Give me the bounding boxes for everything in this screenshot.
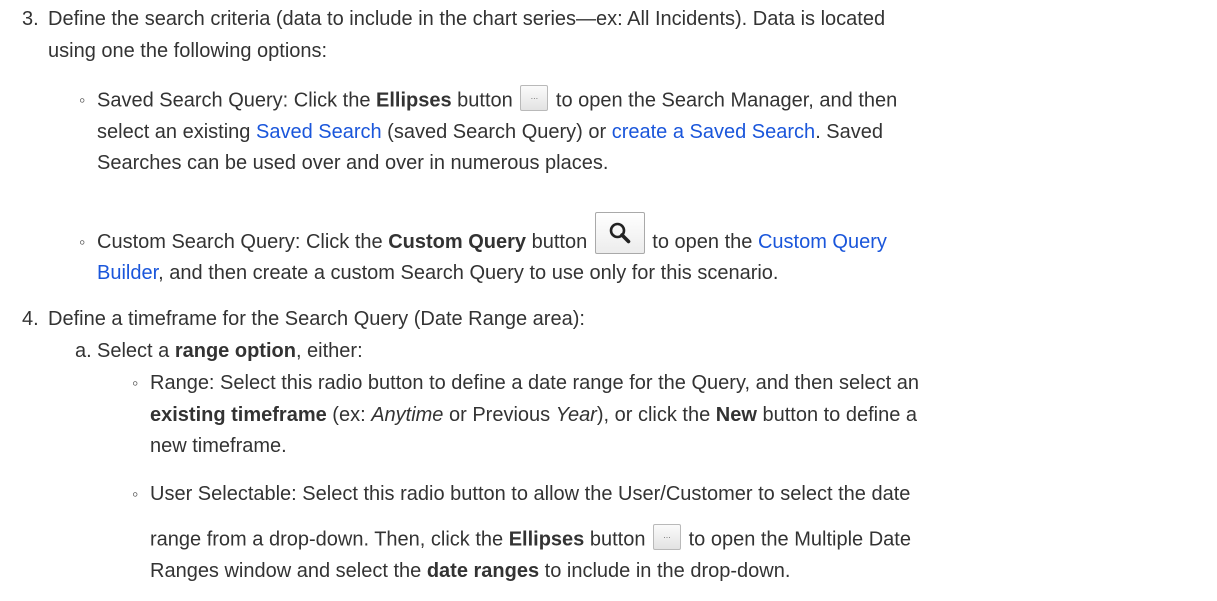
bullet: ◦: [79, 90, 86, 110]
step-3-number: 3.: [22, 8, 39, 30]
sub-step-a-text: Select a range option, either:: [97, 340, 363, 362]
step-3-line-1: Define the search criteria (data to incl…: [48, 8, 886, 30]
user-selectable-line-2: range from a drop-down. Then, click the …: [150, 524, 911, 553]
create-saved-search-link[interactable]: create a Saved Search: [612, 121, 815, 143]
step-4-number: 4.: [22, 308, 39, 330]
saved-query-line-2: select an existing Saved Search (saved S…: [97, 121, 884, 143]
custom-query-line-2: Builder, and then create a custom Search…: [97, 262, 779, 284]
range-line-2: existing timeframe (ex: Anytime or Previ…: [150, 404, 918, 426]
custom-query-line-1: Custom Search Query: Click the Custom Qu…: [97, 212, 887, 254]
custom-query-builder-link[interactable]: Custom Query: [758, 231, 887, 253]
bullet: ◦: [132, 373, 139, 393]
range-line-1: Range: Select this radio button to defin…: [150, 372, 920, 394]
step-4-line-1: Define a timeframe for the Search Query …: [48, 308, 585, 330]
magnifier-icon: [594, 212, 645, 254]
sub-step-a-letter: a.: [75, 340, 92, 362]
user-selectable-line-3: Ranges window and select the date ranges…: [150, 560, 791, 582]
ellipsis-button-icon: ...: [520, 85, 549, 111]
ellipsis-button-icon: ...: [653, 524, 682, 550]
bullet: ◦: [132, 484, 139, 504]
bullet: ◦: [79, 232, 86, 252]
saved-query-line-3: Searches can be used over and over in nu…: [97, 152, 609, 174]
custom-query-label: Custom Query: [388, 231, 527, 253]
range-line-3: new timeframe.: [150, 435, 287, 457]
saved-search-link[interactable]: Saved Search: [256, 121, 382, 143]
ellipses-label: Ellipses: [376, 89, 452, 112]
custom-query-builder-link-cont[interactable]: Builder: [97, 262, 158, 284]
step-3-line-2: using one the following options:: [48, 40, 328, 62]
saved-query-line-1: Saved Search Query: Click the Ellipses b…: [97, 85, 897, 114]
user-selectable-line-1: User Selectable: Select this radio butto…: [150, 483, 911, 505]
